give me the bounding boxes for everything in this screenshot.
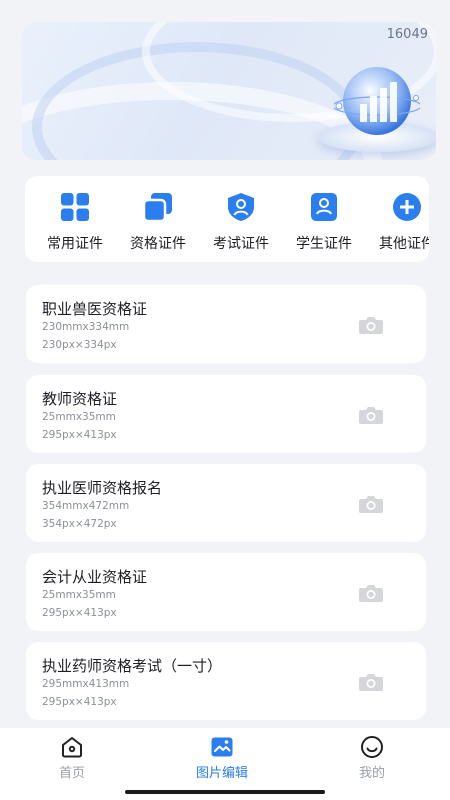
spec-size-px: 295px×413px	[42, 607, 117, 619]
spec-title: 会计从业资格证	[42, 568, 148, 586]
home-icon	[62, 737, 82, 758]
nav-label: 图片编辑	[195, 766, 248, 781]
spec-size-mm: 295mmx413mm	[42, 678, 130, 690]
spec-card[interactable]: 会计从业资格证 25mmx35mm 295px×413px	[26, 553, 426, 631]
promo-banner[interactable]: 16049	[22, 22, 436, 160]
spec-card[interactable]: 执业医师资格报名 354mmx472mm 354px×472px	[26, 464, 426, 542]
copy-icon	[143, 193, 172, 222]
category-label: 常用证件	[47, 236, 103, 252]
nav-label: 首页	[58, 766, 85, 781]
camera-icon[interactable]	[358, 583, 384, 603]
category-label: 其他证件	[379, 236, 429, 252]
camera-icon[interactable]	[358, 494, 384, 514]
smile-icon	[361, 736, 383, 758]
home-indicator	[125, 790, 325, 794]
spec-title: 执业药师资格考试（一寸）	[42, 657, 223, 675]
nav-item-home[interactable]: 首页	[12, 728, 132, 800]
category-common[interactable]: 常用证件	[35, 176, 115, 262]
plus-circle-icon	[393, 193, 421, 221]
nav-item-profile[interactable]: 我的	[312, 728, 432, 800]
spec-size-px: 230px×334px	[42, 339, 117, 351]
category-label: 资格证件	[130, 236, 186, 252]
spec-size-mm: 230mmx334mm	[42, 321, 130, 333]
spec-size-px: 295px×413px	[42, 696, 117, 708]
nav-label: 我的	[358, 766, 385, 781]
shield-user-icon	[228, 193, 254, 221]
student-badge-icon	[311, 193, 337, 221]
camera-icon[interactable]	[358, 315, 384, 335]
spec-size-px: 295px×413px	[42, 429, 117, 441]
spec-size-mm: 354mmx472mm	[42, 500, 130, 512]
spec-title: 执业医师资格报名	[42, 479, 163, 497]
category-label: 学生证件	[296, 236, 352, 252]
chart-globe-icon	[334, 67, 420, 135]
spec-size-mm: 25mmx35mm	[42, 589, 116, 601]
category-bar: 常用证件 资格证件 考试证件 学生证件 其他证件	[25, 176, 429, 262]
grid-icon	[61, 193, 89, 221]
bottom-nav: 首页 图片编辑 我的	[0, 728, 450, 800]
image-edit-icon	[211, 737, 233, 757]
banner-count: 16049	[386, 27, 428, 42]
spec-title: 教师资格证	[42, 390, 118, 408]
spec-card[interactable]: 执业药师资格考试（一寸） 295mmx413mm 295px×413px	[26, 642, 426, 720]
category-other[interactable]: 其他证件	[367, 176, 429, 262]
camera-icon[interactable]	[358, 405, 384, 425]
category-exam[interactable]: 考试证件	[201, 176, 281, 262]
spec-card[interactable]: 教师资格证 25mmx35mm 295px×413px	[26, 375, 426, 453]
category-qualification[interactable]: 资格证件	[118, 176, 198, 262]
spec-size-mm: 25mmx35mm	[42, 411, 116, 423]
camera-icon[interactable]	[358, 672, 384, 692]
category-student[interactable]: 学生证件	[284, 176, 364, 262]
spec-card[interactable]: 职业兽医资格证 230mmx334mm 230px×334px	[26, 285, 426, 363]
spec-title: 职业兽医资格证	[42, 300, 148, 318]
category-label: 考试证件	[213, 236, 269, 252]
spec-size-px: 354px×472px	[42, 518, 117, 530]
